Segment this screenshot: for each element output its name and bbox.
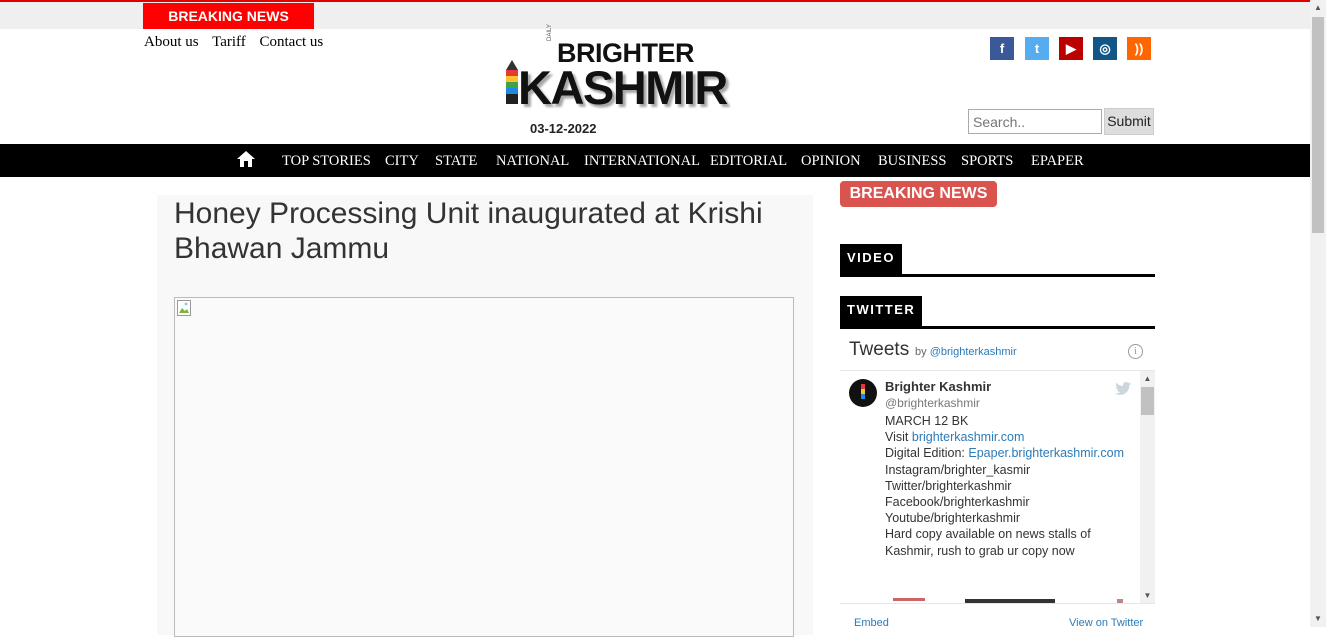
tweet-media-preview[interactable] <box>885 596 1140 603</box>
tweet-line: Hard copy available on news stalls of <box>885 527 1091 542</box>
tweet-text: MARCH 12 BK Visit brighterkashmir.com Digi… <box>885 413 1135 559</box>
tweet-scroll-thumb[interactable] <box>1141 387 1154 415</box>
article-title: Honey Processing Unit inaugurated at Kri… <box>174 197 763 265</box>
main-nav: TOP STORIES CITY STATE NATIONAL INTERNAT… <box>0 144 1310 177</box>
nav-business[interactable]: BUSINESS <box>878 153 947 170</box>
nav-sports[interactable]: SPORTS <box>961 153 1013 170</box>
logo-line-2: KASHMIR <box>518 61 728 114</box>
home-icon[interactable] <box>236 150 256 168</box>
tweets-by-handle-link[interactable]: @brighterkashmir <box>930 346 1017 358</box>
tweet-line: Youtube/brighterkashmir <box>885 511 1021 526</box>
nav-national[interactable]: NATIONAL <box>496 153 569 170</box>
tweet-author-name[interactable]: Brighter Kashmir <box>885 379 991 394</box>
twitter-bird-icon[interactable] <box>1115 382 1131 395</box>
page-scroll-thumb[interactable] <box>1312 17 1324 233</box>
article-panel: Honey Processing Unit inaugurated at Kri… <box>157 195 813 637</box>
tweet-line: Facebook/brighterkashmir <box>885 495 1030 510</box>
tweets-by: by @brighterkashmir <box>915 346 1017 358</box>
view-on-twitter-link[interactable]: View on Twitter <box>1069 617 1143 629</box>
nav-city[interactable]: CITY <box>385 153 419 170</box>
tweet-line: Instagram/brighter_kasmir <box>885 462 1031 477</box>
twitter-widget: Tweets by @brighterkashmir i Brighter Ka… <box>840 333 1155 633</box>
tweet-link[interactable]: brighterkashmir.com <box>912 430 1025 444</box>
nav-state[interactable]: STATE <box>435 153 477 170</box>
tweet-line: Visit brighterkashmir.com <box>885 430 1025 445</box>
broken-image-icon <box>177 300 191 316</box>
tweets-title: Tweets <box>849 339 910 360</box>
page-scroll-down-icon[interactable]: ▼ <box>1314 614 1322 623</box>
twitter-icon[interactable]: t <box>1025 37 1049 60</box>
twitter-section-header: TWITTER <box>840 296 1155 329</box>
tweet-scrollbar[interactable]: ▲ ▼ <box>1140 371 1155 603</box>
breaking-news-tab[interactable]: BREAKING NEWS <box>143 3 314 29</box>
instagram-icon[interactable]: ◎ <box>1093 37 1117 60</box>
about-us-link[interactable]: About us <box>144 34 199 50</box>
twitter-widget-header: Tweets by @brighterkashmir i <box>840 333 1155 371</box>
youtube-icon[interactable]: ▶ <box>1059 37 1083 60</box>
tweet-line: Digital Edition: Epaper.brighterkashmir.… <box>885 446 1125 461</box>
tweet-line: Kashmir, rush to grab ur copy now <box>885 543 1075 558</box>
video-section-title: VIDEO <box>840 244 902 274</box>
pencil-logo-icon <box>506 60 518 104</box>
tweet-link[interactable]: Epaper.brighterkashmir.com <box>968 446 1124 460</box>
video-section-header: VIDEO <box>840 244 1155 277</box>
top-links: About us Tariff Contact us <box>144 34 333 51</box>
scroll-down-icon[interactable]: ▼ <box>1143 591 1152 600</box>
search-submit-button[interactable]: Submit <box>1104 108 1154 135</box>
nav-epaper[interactable]: EPAPER <box>1031 153 1084 170</box>
nav-editorial[interactable]: EDITORIAL <box>710 153 787 170</box>
nav-international[interactable]: INTERNATIONAL <box>584 153 700 170</box>
current-date: 03-12-2022 <box>530 121 597 136</box>
scroll-up-icon[interactable]: ▲ <box>1143 374 1152 383</box>
article-image <box>174 297 794 637</box>
contact-us-link[interactable]: Contact us <box>259 34 323 50</box>
page-scroll-up-icon[interactable]: ▲ <box>1314 3 1322 12</box>
nav-top-stories[interactable]: TOP STORIES <box>282 153 371 170</box>
twitter-widget-footer: Embed View on Twitter <box>840 603 1155 634</box>
embed-link[interactable]: Embed <box>854 617 889 629</box>
site-logo[interactable]: DAILY BRIGHTER KASHMIR <box>503 24 763 114</box>
tariff-link[interactable]: Tariff <box>212 34 246 50</box>
tweet-line: Twitter/brighterkashmir <box>885 478 1012 493</box>
info-icon[interactable]: i <box>1128 344 1143 359</box>
page-scrollbar[interactable]: ▲ ▼ <box>1310 0 1326 627</box>
search-input[interactable] <box>968 109 1102 134</box>
tweet-timeline: Brighter Kashmir @brighterkashmir MARCH … <box>840 371 1140 603</box>
avatar[interactable] <box>849 379 877 407</box>
tweet-line: MARCH 12 BK <box>885 414 969 428</box>
tweet-author-handle[interactable]: @brighterkashmir <box>885 396 980 410</box>
breaking-news-button[interactable]: BREAKING NEWS <box>840 181 997 207</box>
nav-opinion[interactable]: OPINION <box>801 153 861 170</box>
rss-icon[interactable]: )) <box>1127 37 1151 60</box>
logo-small-text: DAILY <box>547 24 553 41</box>
facebook-icon[interactable]: f <box>990 37 1014 60</box>
twitter-section-title: TWITTER <box>840 296 923 326</box>
